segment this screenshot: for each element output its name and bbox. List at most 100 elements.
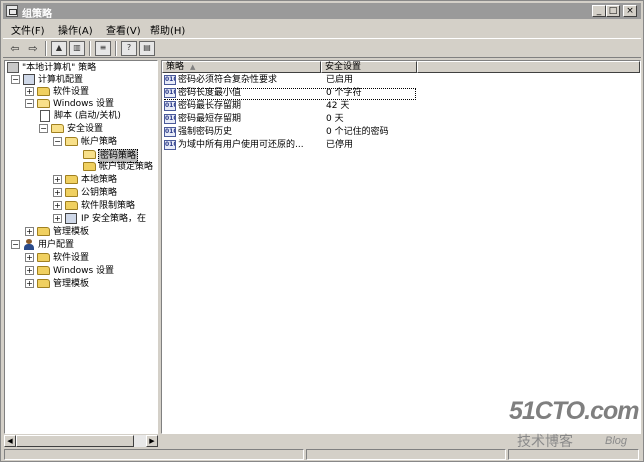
- group-policy-icon: [6, 5, 18, 17]
- watermark: 51CTO.com 技术博客 Blog: [509, 397, 641, 455]
- policy-setting-icon: 010: [164, 88, 176, 98]
- script-icon: [40, 110, 50, 122]
- policy-name: 密码必须符合复杂性要求: [178, 75, 278, 85]
- menu-action[interactable]: 操作(A): [58, 22, 93, 37]
- list-row[interactable]: 010 密码长度最小值 0 个字符: [164, 88, 634, 99]
- user-icon: [23, 239, 35, 250]
- forward-arrow-icon[interactable]: ⇨: [25, 41, 41, 56]
- help-icon[interactable]: ?: [121, 41, 137, 56]
- sort-ascending-icon: ▲: [190, 63, 196, 71]
- title-bar[interactable]: 组策略 _ □ ×: [3, 3, 641, 20]
- show-hide-tree-icon[interactable]: ▥: [69, 41, 85, 56]
- tree-label: 公钥策略: [81, 188, 118, 198]
- minimize-button[interactable]: _: [592, 5, 606, 17]
- folder-icon: [83, 162, 96, 171]
- toolbar: ⇦ ⇨ ▲ ▥ ≡ ? ▤: [3, 38, 641, 58]
- close-button[interactable]: ×: [623, 5, 637, 17]
- policy-value: 42 天: [326, 101, 350, 111]
- column-header-policy[interactable]: 策略 ▲: [162, 61, 321, 73]
- tree-label: 安全设置: [67, 124, 104, 134]
- toolbar-separator: [115, 41, 117, 56]
- collapse-icon[interactable]: −: [39, 124, 48, 133]
- menu-view[interactable]: 查看(V): [106, 22, 141, 37]
- scroll-left-icon[interactable]: ◀: [4, 435, 16, 447]
- policy-value: 已停用: [326, 140, 354, 150]
- tree-label: Windows 设置: [53, 99, 115, 109]
- up-folder-icon[interactable]: ▲: [51, 41, 67, 56]
- policy-value: 0 个字符: [326, 88, 362, 98]
- back-arrow-icon[interactable]: ⇦: [7, 41, 23, 56]
- folder-icon: [37, 266, 50, 275]
- tree-label: 帐户锁定策略: [99, 162, 154, 172]
- window-title: 组策略: [22, 9, 52, 20]
- folder-open-icon: [37, 99, 50, 108]
- tree-horizontal-scrollbar[interactable]: ◀ ▶: [4, 435, 158, 447]
- policy-setting-icon: 010: [164, 75, 176, 85]
- watermark-blog: Blog: [605, 435, 628, 447]
- scroll-right-icon[interactable]: ▶: [146, 435, 158, 447]
- group-policy-window: 组策略 _ □ × 文件(F) 操作(A) 查看(V) 帮助(H) ⇦ ⇨ ▲ …: [0, 0, 644, 462]
- expand-icon[interactable]: +: [53, 175, 62, 184]
- policy-name: 为域中所有用户使用可还原的...: [178, 140, 304, 150]
- expand-icon[interactable]: +: [25, 227, 34, 236]
- policy-setting-icon: 010: [164, 140, 176, 150]
- menu-file[interactable]: 文件(F): [11, 22, 45, 37]
- list-row[interactable]: 010 强制密码历史 0 个记住的密码: [164, 127, 634, 138]
- tree-label: IP 安全策略，在: [81, 214, 146, 224]
- collapse-icon[interactable]: −: [25, 99, 34, 108]
- expand-icon[interactable]: +: [25, 279, 34, 288]
- tree-label: 计算机配置: [38, 75, 84, 85]
- folder-open-icon: [83, 150, 96, 159]
- toolbar-separator: [45, 41, 47, 56]
- policy-name: 密码长度最小值: [178, 88, 242, 98]
- folder-icon: [37, 227, 50, 236]
- folder-icon: [65, 188, 78, 197]
- expand-icon[interactable]: +: [53, 188, 62, 197]
- policy-name: 密码最长存留期: [178, 101, 242, 111]
- policy-setting-icon: 010: [164, 101, 176, 111]
- collapse-icon[interactable]: −: [53, 137, 62, 146]
- toolbar-separator: [89, 41, 91, 56]
- properties-icon[interactable]: ▤: [139, 41, 155, 56]
- expand-icon[interactable]: +: [53, 201, 62, 210]
- console-tree[interactable]: "本地计算机" 策略 − 计算机配置 + 软件设置 − Windows 设置 脚…: [4, 60, 158, 434]
- list-row[interactable]: 010 为域中所有用户使用可还原的... 已停用: [164, 140, 634, 151]
- expand-icon[interactable]: +: [53, 214, 62, 223]
- tree-label: 本地策略: [81, 175, 118, 185]
- list-row[interactable]: 010 密码最短存留期 0 天: [164, 114, 634, 125]
- export-list-icon[interactable]: ≡: [95, 41, 111, 56]
- tree-label: 用户配置: [38, 240, 75, 250]
- policy-value: 已启用: [326, 75, 354, 85]
- folder-open-icon: [65, 137, 78, 146]
- watermark-logo-text: 51CTO.com: [509, 397, 639, 425]
- policy-name: 强制密码历史: [178, 127, 233, 137]
- maximize-button[interactable]: □: [606, 5, 620, 17]
- tree-label: 管理模板: [53, 227, 90, 237]
- column-header-setting[interactable]: 安全设置: [321, 61, 417, 73]
- list-row[interactable]: 010 密码必须符合复杂性要求 已启用: [164, 75, 634, 86]
- collapse-icon[interactable]: −: [11, 75, 20, 84]
- expand-icon[interactable]: +: [25, 87, 34, 96]
- tree-label: 管理模板: [53, 279, 90, 289]
- column-header-label: 策略: [166, 62, 185, 72]
- list-row[interactable]: 010 密码最长存留期 42 天: [164, 101, 634, 112]
- watermark-subtitle: 技术博客: [517, 434, 573, 450]
- policy-icon: [7, 62, 19, 73]
- expand-icon[interactable]: +: [25, 253, 34, 262]
- expand-icon[interactable]: +: [25, 266, 34, 275]
- folder-icon: [37, 253, 50, 262]
- scroll-thumb[interactable]: [16, 435, 134, 447]
- policy-value: 0 天: [326, 114, 344, 124]
- computer-icon: [23, 74, 35, 85]
- policy-name: 密码最短存留期: [178, 114, 242, 124]
- tree-label: Windows 设置: [53, 266, 115, 276]
- folder-icon: [37, 279, 50, 288]
- column-header-label: 安全设置: [325, 62, 362, 72]
- network-computer-icon: [65, 213, 77, 224]
- menu-help[interactable]: 帮助(H): [150, 22, 185, 37]
- status-pane: [306, 449, 506, 460]
- collapse-icon[interactable]: −: [11, 240, 20, 249]
- tree-label: 脚本 (启动/关机): [54, 111, 121, 121]
- column-header-filler: [417, 61, 640, 73]
- policy-setting-icon: 010: [164, 114, 176, 124]
